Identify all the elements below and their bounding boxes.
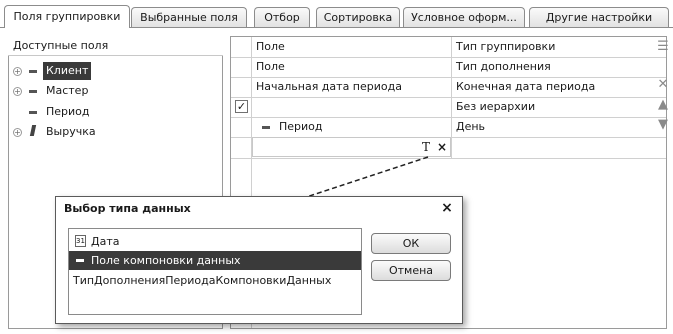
grid-header-row: Поле Тип дополнения: [231, 57, 666, 78]
row-grouping-type[interactable]: День: [452, 117, 652, 137]
field-dash-icon: [29, 90, 37, 93]
field-dash-icon: [29, 111, 37, 114]
move-up-icon[interactable]: ▲: [656, 98, 670, 112]
list-item[interactable]: ТипДополненияПериодаКомпоновкиДанных: [69, 271, 361, 290]
clear-button[interactable]: ×: [435, 140, 449, 154]
tree-item-label: Период: [46, 105, 90, 118]
close-icon[interactable]: ×: [440, 201, 454, 215]
tab-sort[interactable]: Сортировка: [316, 7, 400, 27]
move-down-icon[interactable]: ▼: [656, 118, 670, 132]
grid-header-row: Начальная дата периода Конечная дата пер…: [231, 77, 666, 98]
list-item-label: Дата: [91, 235, 120, 248]
tab-conditional-format[interactable]: Условное оформ...: [403, 7, 525, 27]
row-field[interactable]: [252, 97, 451, 117]
tab-grouping-fields[interactable]: Поля группировки: [4, 5, 130, 28]
list-item-selected[interactable]: Поле компоновки данных: [69, 251, 361, 270]
tab-other-settings[interactable]: Другие настройки: [529, 7, 669, 27]
header-addition-type: Тип дополнения: [456, 60, 551, 73]
tab-selected-fields[interactable]: Выбранные поля: [131, 7, 247, 27]
tree-item-label: Выручка: [46, 125, 96, 138]
row-field[interactable]: Период: [275, 117, 451, 137]
row-grouping-type[interactable]: Без иерархии: [452, 97, 652, 117]
row-checkbox[interactable]: ✓: [235, 100, 248, 113]
list-item-label: ТипДополненияПериодаКомпоновкиДанных: [73, 274, 332, 287]
grid-header-row: Поле Тип группировки: [231, 37, 666, 58]
expand-icon[interactable]: +: [13, 67, 22, 76]
list-item[interactable]: 31 Дата: [69, 232, 361, 251]
tree-item-label: Мастер: [46, 84, 89, 97]
field-dash-icon: [29, 70, 37, 73]
type-list: 31 Дата Поле компоновки данных ТипДополн…: [68, 228, 362, 315]
header-grouping-type: Тип группировки: [456, 40, 556, 53]
delete-icon[interactable]: ✕: [656, 78, 670, 92]
tab-filter[interactable]: Отбор: [254, 7, 310, 27]
list-item-label: Поле компоновки данных: [91, 254, 241, 267]
header-period-start: Начальная дата периода: [256, 80, 402, 93]
calendar-icon: 31: [75, 235, 86, 247]
table-row[interactable]: ✓ Без иерархии: [231, 97, 666, 118]
data-type-dialog: Выбор типа данных × 31 Дата Поле компоно…: [55, 196, 463, 324]
field-dash-icon: [262, 126, 270, 129]
table-row[interactable]: Период День: [231, 117, 666, 138]
cancel-button[interactable]: Отмена: [371, 260, 451, 281]
group-add-icon[interactable]: ☰: [656, 40, 670, 54]
dialog-title: Выбор типа данных: [64, 202, 191, 215]
expand-icon[interactable]: +: [13, 128, 22, 137]
header-period-end: Конечная дата периода: [456, 80, 596, 93]
expand-icon[interactable]: +: [13, 87, 22, 96]
type-select-button[interactable]: T: [419, 140, 433, 154]
header-field: Поле: [256, 40, 285, 53]
ok-button[interactable]: ОК: [371, 233, 451, 254]
header-field: Поле: [256, 60, 285, 73]
tree-item-label: Клиент: [43, 62, 92, 80]
field-dash-icon: [76, 259, 84, 262]
available-fields-header: Доступные поля: [8, 36, 223, 56]
